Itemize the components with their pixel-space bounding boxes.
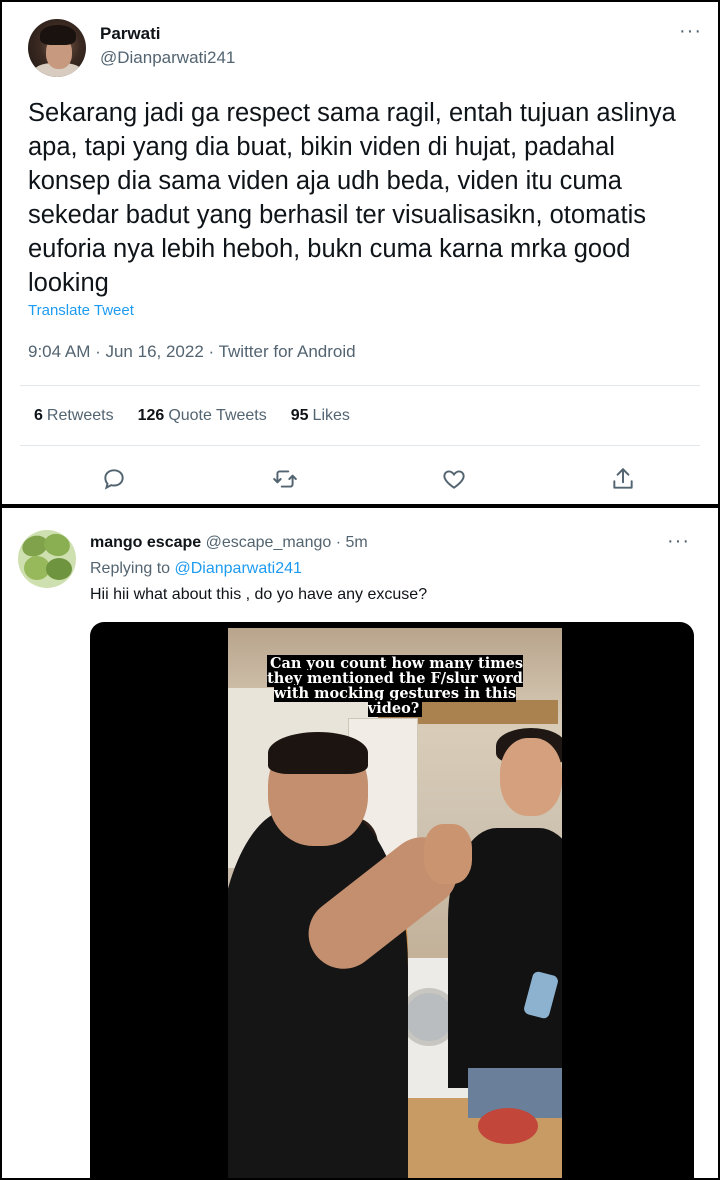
author-handle[interactable]: @Dianparwati241 [100,48,235,68]
retweets-stat[interactable]: 6 Retweets [34,407,114,425]
divider [20,385,700,386]
translate-tweet-link[interactable]: Translate Tweet [28,302,134,319]
tweet-card: Parwati @Dianparwati241 ··· Sekarang jad… [0,0,720,506]
reply-text: Hii hii what about this , do yo have any… [90,586,428,603]
more-options-icon[interactable]: ··· [679,20,702,43]
video-player[interactable]: Can you count how many times they mentio… [90,622,694,1178]
retweet-icon[interactable] [268,462,302,496]
tweet-timestamp[interactable]: 9:04 AM · Jun 16, 2022 · Twitter for And… [28,342,356,362]
like-icon[interactable] [437,462,471,496]
tweet-stats: 6 Retweets 126 Quote Tweets 95 Likes [34,407,350,425]
avatar[interactable] [18,530,76,588]
replying-to: Replying to @Dianparwati241 [90,560,302,577]
quote-tweets-stat[interactable]: 126 Quote Tweets [138,407,267,425]
avatar[interactable] [28,19,86,77]
share-icon[interactable] [606,462,640,496]
video-frame: Can you count how many times they mentio… [228,628,562,1178]
likes-stat[interactable]: 95 Likes [291,407,350,425]
author-name[interactable]: mango escape [90,534,201,551]
reply-header: mango escape @escape_mango · 5m [90,534,368,552]
reply-card: mango escape @escape_mango · 5m ··· Repl… [0,506,720,1180]
author-handle-time[interactable]: @escape_mango · 5m [206,534,368,551]
mention-link[interactable]: @Dianparwati241 [175,560,302,577]
divider [20,445,700,446]
video-caption: Can you count how many times they mentio… [267,655,523,717]
author-name[interactable]: Parwati [100,24,160,44]
tweet-actions [2,462,718,496]
tweet-text: Sekarang jadi ga respect sama ragil, ent… [28,99,676,297]
reply-icon[interactable] [97,462,131,496]
more-options-icon[interactable]: ··· [667,530,690,553]
